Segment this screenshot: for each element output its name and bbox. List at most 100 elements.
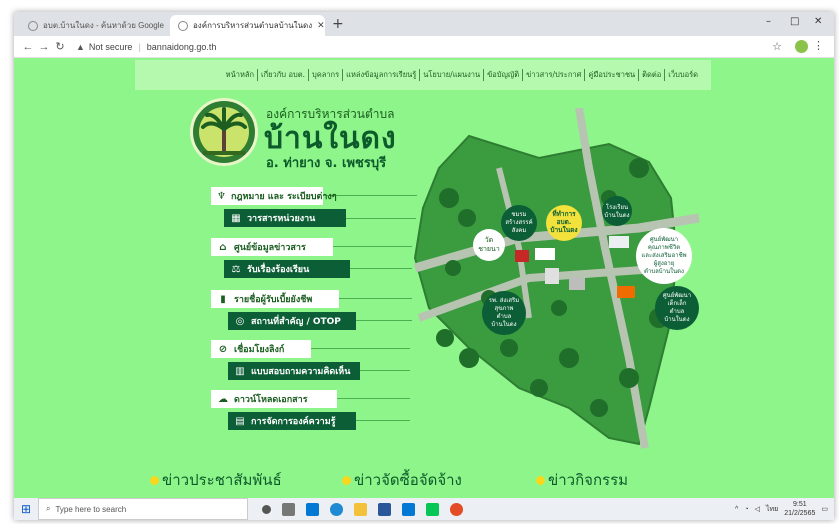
svg-text:ตำบลบ้านในดง: ตำบลบ้านในดง: [644, 267, 684, 275]
security-label: Not secure: [88, 41, 133, 52]
menu-label: ดาวน์โหลดเอกสาร: [234, 395, 308, 405]
svg-text:ที่ทำการ: ที่ทำการ: [552, 208, 576, 218]
top-menu-home[interactable]: หน้าหลัก: [223, 69, 259, 81]
maximize-button[interactable]: □: [790, 16, 799, 27]
volume-icon[interactable]: ◁: [755, 505, 760, 513]
map-label-coop[interactable]: ชมรม สร้างสรรค์ สังคม: [501, 205, 537, 241]
address-bar[interactable]: ▲ Not secure | bannaidong.go.th: [76, 42, 216, 52]
connector-line: [356, 320, 412, 321]
task-view-icon[interactable]: [282, 502, 295, 516]
chrome-icon[interactable]: [450, 502, 463, 516]
tab-title: องค์การบริหารส่วนตำบลบ้านในดง: [193, 21, 313, 30]
top-menu-about[interactable]: เกี่ยวกับ อบต.: [258, 69, 309, 81]
news-pr-heading[interactable]: ข่าวประชาสัมพันธ์: [150, 468, 282, 492]
link-icon: ⊘: [218, 343, 228, 355]
edge-icon[interactable]: [330, 502, 343, 516]
menu-dots-icon[interactable]: ⋮: [813, 39, 824, 52]
top-menu-news[interactable]: ข่าวสาร/ประกาศ: [523, 69, 586, 81]
new-tab-button[interactable]: +: [332, 16, 344, 32]
chart-icon: ▥: [235, 365, 245, 377]
store-icon[interactable]: [402, 502, 415, 516]
menu-label: รายชื่อผู้รับเบี้ยยังชีพ: [234, 295, 313, 305]
svg-text:ตำบล: ตำบล: [670, 308, 685, 315]
browser-tab-google[interactable]: อบต.บ้านในดง - ค้นหาด้วย Google ✕: [20, 15, 170, 36]
svg-text:ศูนย์พัฒนา: ศูนย์พัฒนา: [650, 235, 678, 243]
search-placeholder: Type here to search: [55, 504, 127, 514]
svg-text:ผู้สูงอายุ: ผู้สูงอายุ: [654, 260, 675, 267]
cortana-icon[interactable]: [262, 504, 271, 514]
bullet-icon: [342, 475, 351, 485]
org-logo: [190, 98, 258, 166]
building-icon: ⌂: [219, 241, 227, 253]
close-window-button[interactable]: ✕: [814, 16, 822, 27]
svg-text:บ้านในดง: บ้านในดง: [550, 225, 577, 234]
minimize-button[interactable]: –: [766, 16, 771, 27]
language-indicator[interactable]: ไทย: [766, 504, 778, 515]
svg-text:สุขภาพ: สุขภาพ: [494, 305, 513, 312]
menu-label: กฎหมาย และ ระเบียบต่างๆ: [230, 192, 337, 202]
taskbar-search[interactable]: ⌕ Type here to search: [38, 498, 248, 520]
connector-line: [360, 370, 410, 371]
network-icon[interactable]: ◔: [744, 506, 748, 513]
top-menu-staff[interactable]: บุคลากร: [309, 69, 344, 81]
menu-allowance-list[interactable]: ▮ รายชื่อผู้รับเบี้ยยังชีพ: [211, 290, 339, 308]
menu-info-center[interactable]: ⌂ ศูนย์ข้อมูลข่าวสาร: [211, 238, 333, 256]
reload-icon[interactable]: ↻: [52, 40, 68, 53]
garuda-icon: ♆: [217, 190, 226, 202]
windows-start-icon[interactable]: ⊞: [14, 502, 38, 516]
menu-downloads[interactable]: ☁ ดาวน์โหลดเอกสาร: [211, 390, 337, 408]
file-explorer-icon[interactable]: [354, 502, 367, 516]
menu-places-otop[interactable]: ◎ สถานที่สำคัญ / OTOP: [228, 312, 356, 330]
clock[interactable]: 9:51 21/2/2565: [784, 500, 815, 518]
map-label-temple[interactable]: วัด ชายนา: [473, 229, 505, 261]
close-icon[interactable]: ✕: [317, 20, 325, 31]
bookmark-star-icon[interactable]: ☆: [772, 40, 782, 53]
top-menu-contact[interactable]: ติดต่อ: [639, 69, 666, 81]
screen: อบต.บ้านในดง - ค้นหาด้วย Google ✕ องค์กา…: [14, 12, 834, 520]
news-procurement-heading[interactable]: ข่าวจัดซื้อจัดจ้าง: [342, 468, 462, 492]
top-menu-policy[interactable]: นโยบาย/แผนงาน: [420, 69, 485, 81]
menu-laws[interactable]: ♆ กฎหมาย และ ระเบียบต่างๆ: [211, 187, 337, 205]
site-top-menu: หน้าหลัก เกี่ยวกับ อบต. บุคลากร แหล่งข้อ…: [135, 60, 711, 90]
bullet-icon: [536, 475, 545, 485]
google-icon: [28, 20, 38, 31]
map-label-quality-center[interactable]: ศูนย์พัฒนา คุณภาพชีวิต และส่งเสริมอาชีพ …: [636, 228, 692, 284]
profile-avatar[interactable]: [795, 40, 808, 53]
notification-icon[interactable]: ▭: [821, 505, 828, 513]
map-label-school[interactable]: โรงเรียน บ้านในดง: [602, 196, 632, 226]
top-menu-guide[interactable]: คู่มือประชาชน: [585, 69, 640, 81]
map-label-hospital[interactable]: รพ. ส่งเสริม สุขภาพ ตำบล บ้านในดง: [482, 291, 526, 335]
word-icon[interactable]: [378, 502, 391, 516]
back-icon[interactable]: ←: [20, 41, 36, 53]
menu-survey[interactable]: ▥ แบบสอบถามความคิดเห็น: [228, 362, 360, 380]
menu-links[interactable]: ⊘ เชื่อมโยงลิงก์: [211, 340, 311, 358]
browser-tab-active[interactable]: องค์การบริหารส่วนตำบลบ้านในดง ✕: [170, 15, 325, 36]
svg-text:ชายนา: ชายนา: [478, 245, 500, 253]
map-label-childcare[interactable]: ศูนย์พัฒนา เด็กเล็ก ตำบล บ้านในดง: [655, 286, 699, 330]
menu-label: รับเรื่องร้องเรียน: [247, 265, 310, 275]
top-menu-learning[interactable]: แหล่งข้อมูลการเรียนรู้: [343, 69, 421, 81]
svg-text:บ้านในดง: บ้านในดง: [664, 315, 689, 323]
map-label-office[interactable]: ที่ทำการ อบต. บ้านในดง: [546, 205, 582, 241]
menu-complaints[interactable]: ⚖ รับเรื่องร้องเรียน: [224, 260, 350, 278]
book-icon: ▦: [231, 212, 241, 224]
top-menu-webboard[interactable]: เว็บบอร์ด: [665, 69, 701, 81]
top-menu-ordinance[interactable]: ข้อบัญญัติ: [484, 69, 524, 81]
menu-journal[interactable]: ▦ วารสารหน่วยงาน: [224, 209, 346, 227]
forward-icon[interactable]: →: [36, 41, 52, 53]
mail-icon[interactable]: [306, 502, 319, 516]
news-activities-heading[interactable]: ข่าวกิจกรรม: [536, 468, 628, 492]
svg-text:สร้างสรรค์: สร้างสรรค์: [505, 218, 532, 226]
tab-title: อบต.บ้านในดง - ค้นหาด้วย Google: [43, 21, 164, 30]
svg-text:วัด: วัด: [485, 236, 493, 244]
svg-text:ชมรม: ชมรม: [511, 211, 526, 218]
menu-knowledge[interactable]: ▤ การจัดการองค์ความรู้: [228, 412, 356, 430]
line-icon[interactable]: [426, 502, 439, 516]
svg-text:สังคม: สังคม: [512, 227, 527, 234]
svg-text:รพ. ส่งเสริม: รพ. ส่งเสริม: [489, 297, 520, 304]
location-icon: ◎: [235, 315, 245, 327]
village-map: วัด ชายนา ชมรม สร้างสรรค์ สังคม ที่ทำการ…: [413, 108, 700, 449]
bullet-icon: [150, 475, 159, 485]
menu-label: ศูนย์ข้อมูลข่าวสาร: [234, 243, 306, 253]
chevron-up-icon[interactable]: ^: [735, 506, 738, 513]
